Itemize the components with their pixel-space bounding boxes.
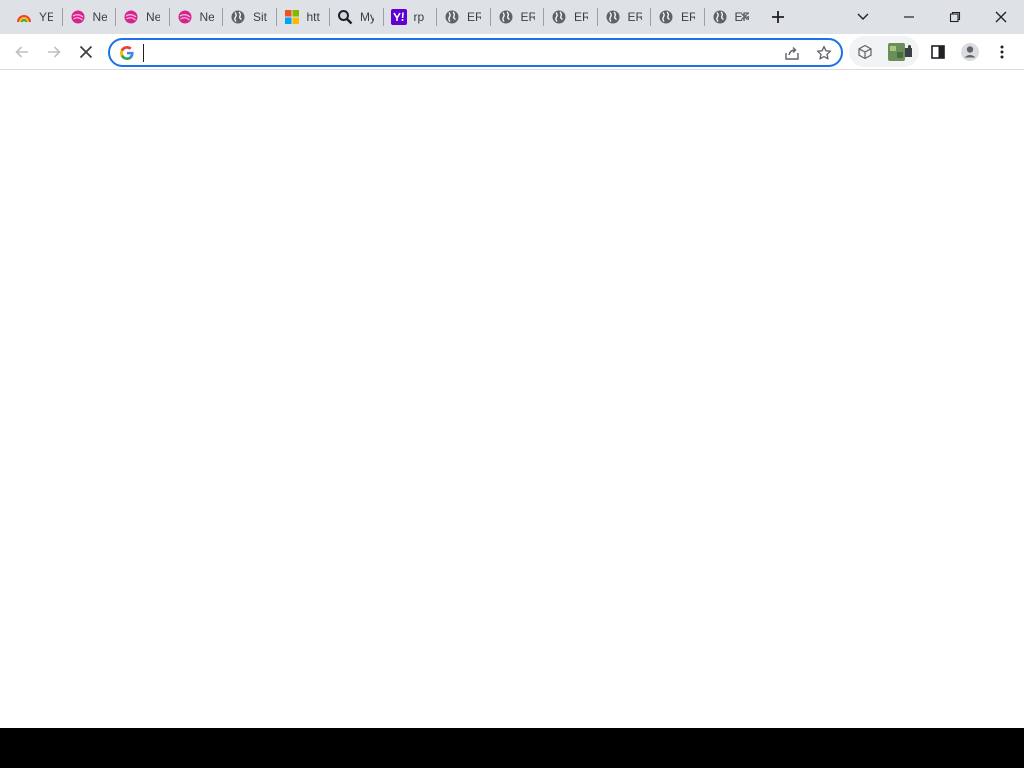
address-bar[interactable] bbox=[108, 38, 843, 67]
close-icon bbox=[995, 11, 1007, 23]
extension-button[interactable] bbox=[849, 36, 881, 68]
new-tab-button[interactable] bbox=[766, 5, 790, 29]
minimize-button[interactable] bbox=[886, 0, 932, 34]
globe-icon bbox=[498, 9, 514, 25]
rainbow-icon bbox=[16, 9, 32, 25]
profile-button[interactable] bbox=[954, 36, 986, 68]
globe-icon bbox=[230, 9, 246, 25]
yahoo-logo-icon bbox=[390, 9, 407, 25]
globe-icon bbox=[712, 9, 728, 25]
tab-label: rp bbox=[413, 10, 425, 24]
restore-icon bbox=[949, 11, 961, 23]
tab-label: Sit bbox=[253, 10, 267, 24]
tab-5[interactable]: htt bbox=[275, 0, 330, 34]
tab-label: htt bbox=[306, 10, 320, 24]
chevron-down-icon bbox=[857, 13, 869, 20]
share-icon bbox=[785, 47, 799, 60]
tab-label: ER bbox=[520, 10, 535, 24]
tab-10[interactable]: ER bbox=[543, 0, 597, 34]
tab-2[interactable]: Ne bbox=[115, 0, 169, 34]
extensions-button[interactable] bbox=[884, 36, 916, 68]
pink-orb-icon bbox=[70, 9, 86, 25]
bookmark-button[interactable] bbox=[812, 41, 836, 65]
tab-0[interactable]: YE bbox=[8, 0, 62, 34]
tab-label: ER bbox=[574, 10, 588, 24]
tab-search-button[interactable] bbox=[840, 0, 886, 34]
avatar-icon bbox=[961, 43, 979, 61]
taskbar-area bbox=[0, 728, 1024, 768]
side-panel-button[interactable] bbox=[922, 36, 954, 68]
tab-13-active[interactable]: ER ✕ bbox=[703, 0, 754, 34]
arrow-left-icon bbox=[15, 46, 28, 58]
tab-label: Ne bbox=[146, 10, 160, 24]
globe-icon bbox=[658, 9, 674, 25]
globe-icon bbox=[605, 9, 621, 25]
plus-icon bbox=[772, 11, 784, 23]
tab-7[interactable]: rp bbox=[382, 0, 437, 34]
browser-toolbar bbox=[0, 34, 1024, 70]
close-icon bbox=[79, 45, 93, 59]
globe-icon bbox=[444, 9, 460, 25]
pink-orb-icon bbox=[177, 9, 193, 25]
tab-11[interactable]: ER bbox=[596, 0, 651, 34]
globe-icon bbox=[551, 9, 567, 25]
tab-9[interactable]: ER bbox=[489, 0, 544, 34]
tab-3[interactable]: Ne bbox=[168, 0, 223, 34]
tab-label: Ne bbox=[92, 10, 107, 24]
stop-loading-button[interactable] bbox=[70, 36, 102, 68]
arrow-right-icon bbox=[48, 46, 61, 58]
kebab-menu-icon bbox=[1000, 45, 1004, 59]
share-button[interactable] bbox=[780, 41, 804, 65]
pink-orb-icon bbox=[123, 9, 139, 25]
page-content bbox=[0, 71, 1024, 728]
tab-label: ER bbox=[627, 10, 642, 24]
browser-window: YE Ne Ne Ne Sit htt My rp ER ER ER ER ER… bbox=[0, 0, 1024, 728]
tab-label: ER bbox=[681, 10, 695, 24]
tab-1[interactable]: Ne bbox=[61, 0, 116, 34]
microsoft-logo-icon bbox=[284, 9, 300, 25]
tab-12[interactable]: ER bbox=[650, 0, 704, 34]
tab-label: ER bbox=[467, 10, 481, 24]
tab-list: YE Ne Ne Ne Sit htt My rp ER ER ER ER ER… bbox=[8, 0, 754, 34]
tab-6[interactable]: My bbox=[329, 0, 383, 34]
magnifier-icon bbox=[337, 9, 353, 25]
cube-icon bbox=[858, 44, 872, 60]
tab-4[interactable]: Sit bbox=[222, 0, 276, 34]
close-window-button[interactable] bbox=[978, 0, 1024, 34]
address-input[interactable] bbox=[142, 43, 772, 63]
puzzle-extension-icon bbox=[888, 43, 912, 61]
forward-button[interactable] bbox=[38, 36, 70, 68]
tab-strip: YE Ne Ne Ne Sit htt My rp ER ER ER ER ER… bbox=[0, 0, 1024, 34]
side-panel-icon bbox=[931, 45, 945, 59]
tab-8[interactable]: ER bbox=[436, 0, 490, 34]
tab-label: YE bbox=[39, 10, 53, 24]
tab-label: My bbox=[360, 10, 374, 24]
tab-label: Ne bbox=[199, 10, 214, 24]
back-button[interactable] bbox=[6, 36, 38, 68]
star-icon bbox=[816, 45, 832, 60]
text-caret bbox=[143, 44, 144, 62]
close-tab-icon[interactable]: ✕ bbox=[739, 10, 749, 24]
minimize-icon bbox=[904, 16, 914, 18]
restore-button[interactable] bbox=[932, 0, 978, 34]
menu-button[interactable] bbox=[986, 36, 1018, 68]
google-g-icon bbox=[120, 46, 134, 60]
